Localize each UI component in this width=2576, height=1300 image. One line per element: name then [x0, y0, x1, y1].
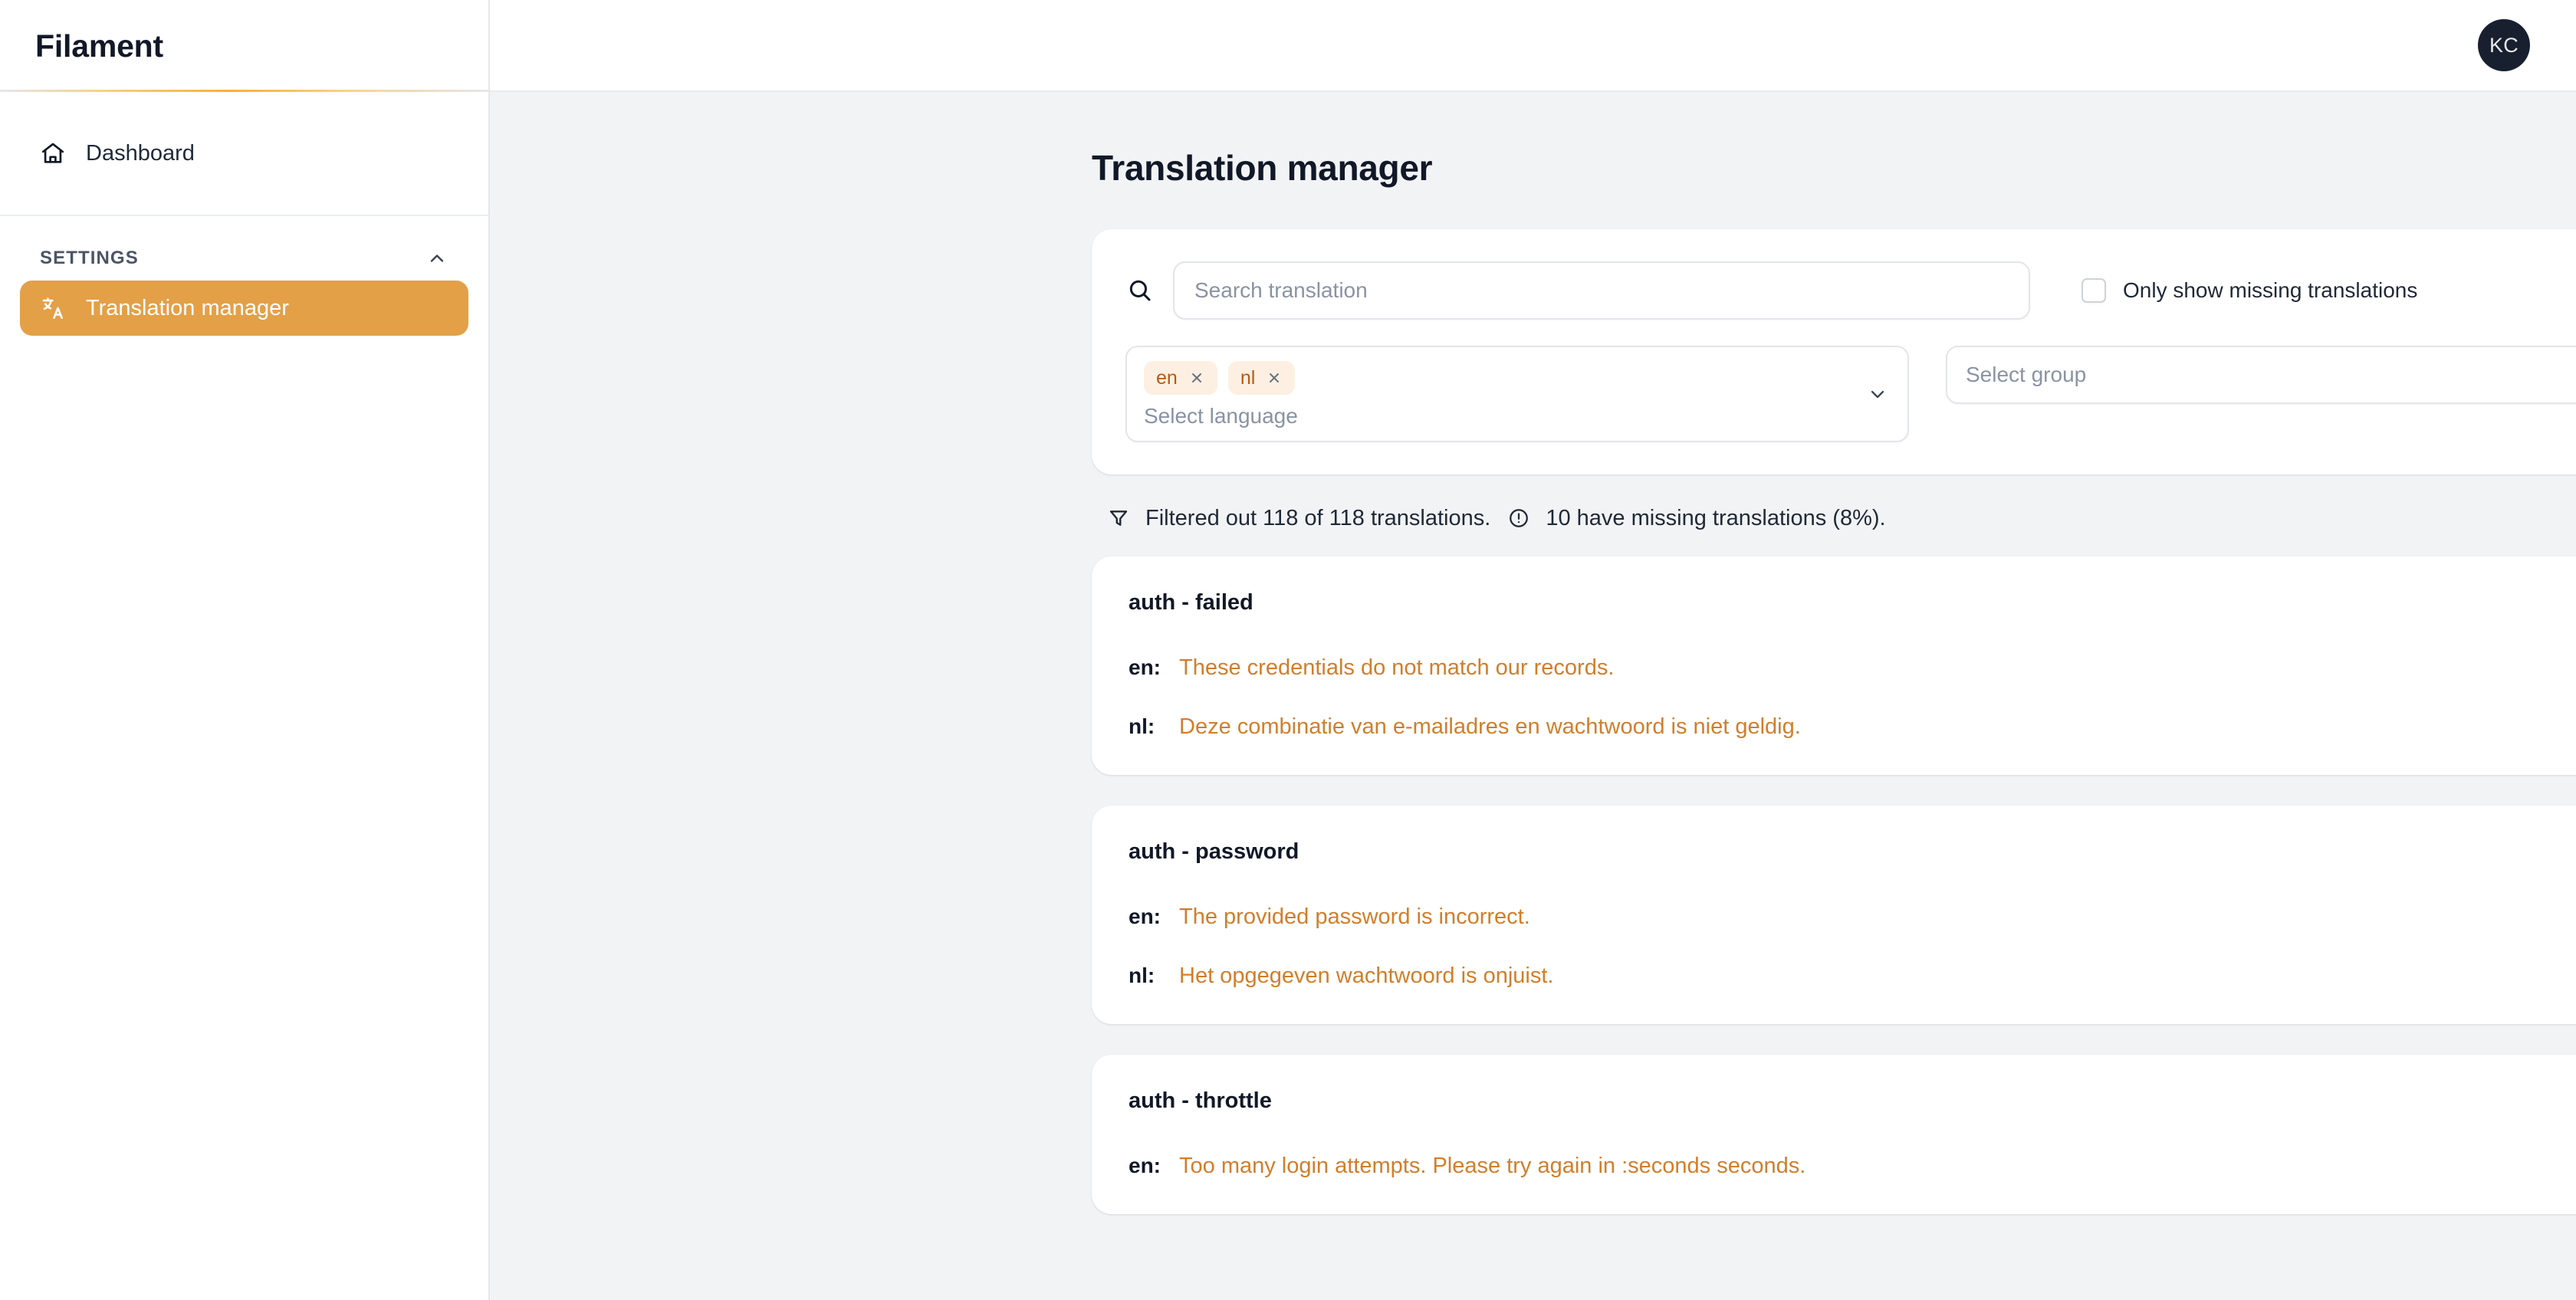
translation-card: auth - failed en: These credentials do n…	[1092, 556, 2576, 775]
chevron-up-icon[interactable]	[426, 247, 449, 270]
language-tag-label: nl	[1240, 367, 1255, 389]
brand-name: Filament	[35, 28, 163, 64]
translation-key: auth - password	[1129, 839, 2576, 865]
translation-row: en: These credentials do not match our r…	[1129, 655, 2576, 681]
translate-icon	[40, 295, 66, 321]
filter-status-line: Filtered out 118 of 118 translations. 10…	[1106, 505, 2576, 531]
avatar[interactable]: KC	[2478, 19, 2530, 71]
search-input[interactable]	[1173, 261, 2030, 320]
sidebar-item-label: Dashboard	[86, 141, 195, 166]
translation-list: auth - failed en: These credentials do n…	[1092, 556, 2576, 1214]
page-content: Translation manager	[490, 92, 2576, 1300]
sidebar-item-translation-manager[interactable]: Translation manager	[20, 281, 468, 336]
language-multiselect[interactable]: en nl	[1125, 346, 1909, 442]
translation-lang: en:	[1129, 904, 1179, 929]
translation-row: en: Too many login attempts. Please try …	[1129, 1154, 2576, 1179]
sidebar-item-label: Translation manager	[86, 296, 289, 321]
translation-value[interactable]: Het opgegeven wachtwoord is onjuist.	[1179, 964, 2576, 989]
translation-value[interactable]: The provided password is incorrect.	[1179, 904, 2576, 930]
translation-value[interactable]: Too many login attempts. Please try agai…	[1179, 1154, 2576, 1179]
close-icon[interactable]	[1188, 369, 1205, 386]
sidebar: Filament Dashboard SETTINGS	[0, 0, 490, 1300]
main-area: KC Translation manager	[490, 0, 2576, 1300]
translation-row: nl: Deze combinatie van e-mailadres en w…	[1129, 714, 2576, 740]
translation-row: en: The provided password is incorrect.	[1129, 904, 2576, 930]
sidebar-group-settings: SETTINGS	[0, 216, 488, 336]
funnel-icon	[1106, 505, 1132, 531]
brand-header: Filament	[0, 0, 488, 92]
only-missing-checkbox[interactable]	[2082, 278, 2106, 303]
only-missing-checkbox-label[interactable]: Only show missing translations	[2123, 278, 2417, 303]
filters-card: Only show missing translations Filter	[1092, 229, 2576, 474]
translation-row: nl: Het opgegeven wachtwoord is onjuist.	[1129, 964, 2576, 989]
translation-lang: en:	[1129, 1154, 1179, 1178]
translation-lang: en:	[1129, 655, 1179, 680]
filters-row-selects: en nl	[1125, 346, 2576, 442]
filtered-count-text: Filtered out 118 of 118 translations.	[1145, 506, 1490, 531]
translation-key: auth - throttle	[1129, 1088, 2576, 1114]
translation-lang: nl:	[1129, 714, 1179, 739]
filters-row-search: Only show missing translations Filter	[1125, 261, 2576, 320]
topbar: KC	[490, 0, 2576, 92]
search-field-group	[1125, 261, 2030, 320]
sidebar-group-title: SETTINGS	[40, 248, 139, 269]
home-icon	[40, 140, 66, 166]
page-title: Translation manager	[1092, 147, 2576, 189]
translation-key: auth - failed	[1129, 590, 2576, 616]
language-tag[interactable]: en	[1144, 361, 1217, 395]
translation-card: auth - throttle en: Too many login attem…	[1092, 1055, 2576, 1214]
sidebar-nav-main: Dashboard	[0, 92, 488, 181]
translation-value[interactable]: Deze combinatie van e-mailadres en wacht…	[1179, 714, 2576, 740]
missing-count-text: 10 have missing translations (8%).	[1546, 506, 1885, 531]
language-tag[interactable]: nl	[1228, 361, 1295, 395]
sidebar-item-dashboard[interactable]: Dashboard	[20, 126, 468, 181]
language-multiselect-placeholder: Select language	[1144, 405, 1863, 427]
missing-translations-checkbox-group[interactable]: Only show missing translations	[2082, 278, 2576, 303]
group-select[interactable]: Select group	[1946, 346, 2576, 404]
close-icon[interactable]	[1266, 369, 1283, 386]
translation-value[interactable]: These credentials do not match our recor…	[1179, 655, 2576, 681]
translation-card: auth - password en: The provided passwor…	[1092, 806, 2576, 1024]
chevron-down-icon[interactable]	[1866, 382, 1889, 405]
language-tag-label: en	[1156, 367, 1178, 389]
translation-lang: nl:	[1129, 964, 1179, 988]
sidebar-group-header-settings[interactable]: SETTINGS	[20, 216, 468, 281]
exclamation-circle-icon	[1506, 505, 1532, 531]
app-root: Filament Dashboard SETTINGS	[0, 0, 2576, 1300]
search-icon	[1125, 276, 1155, 305]
group-select-placeholder: Select group	[1966, 363, 2086, 387]
language-tags: en nl	[1144, 361, 1863, 395]
